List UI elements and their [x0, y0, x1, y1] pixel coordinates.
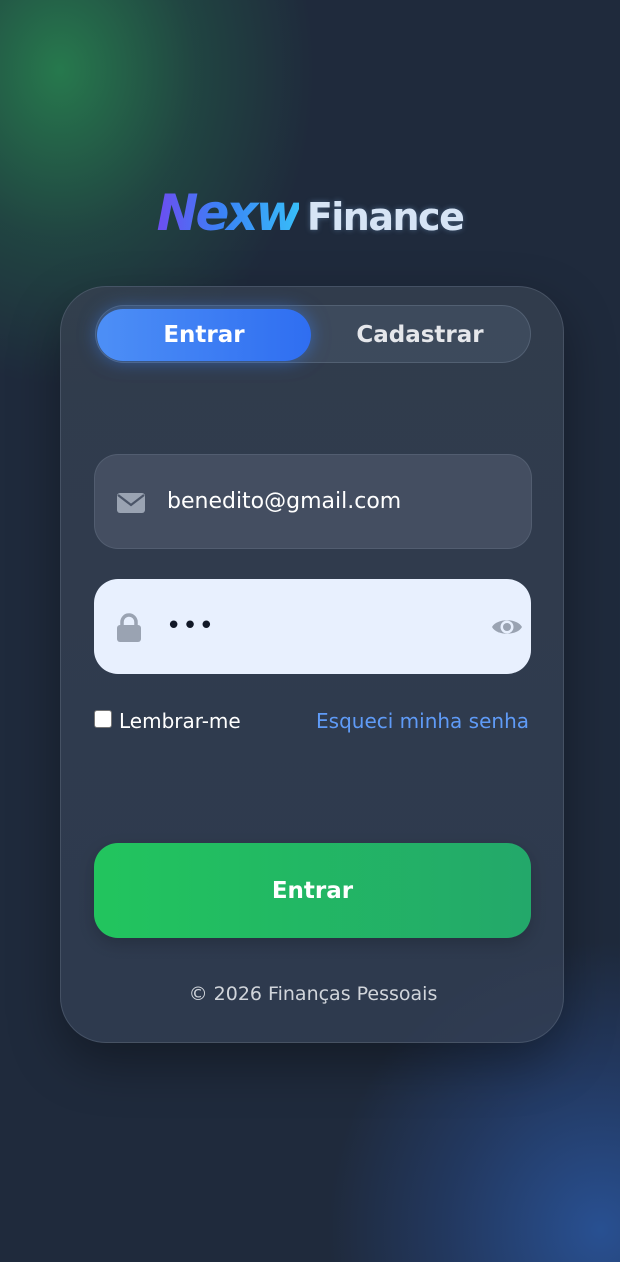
lock-icon [116, 613, 144, 642]
auth-tabs: Entrar Cadastrar [95, 305, 531, 363]
email-input[interactable] [167, 455, 467, 548]
email-field[interactable] [94, 454, 532, 549]
tab-login[interactable]: Entrar [97, 309, 311, 361]
password-field[interactable] [94, 579, 531, 674]
footer-copyright: © 2026 Finanças Pessoais [188, 983, 438, 1005]
remember-label: Lembrar-me [119, 709, 241, 733]
tab-register[interactable]: Cadastrar [313, 309, 527, 361]
remember-checkbox[interactable] [94, 710, 112, 728]
eye-icon[interactable] [491, 613, 523, 641]
forgot-password-link[interactable]: Esqueci minha senha [316, 707, 529, 735]
login-card: Entrar Cadastrar Lemb [60, 286, 564, 1043]
app-logo: Nexw Finance [0, 184, 620, 242]
envelope-icon [117, 491, 145, 515]
login-button[interactable]: Entrar [94, 843, 531, 938]
password-input[interactable] [166, 579, 466, 672]
logo-brand: Nexw [156, 184, 302, 242]
logo-word: Finance [306, 195, 465, 239]
remember-me[interactable]: Lembrar-me [94, 707, 241, 735]
